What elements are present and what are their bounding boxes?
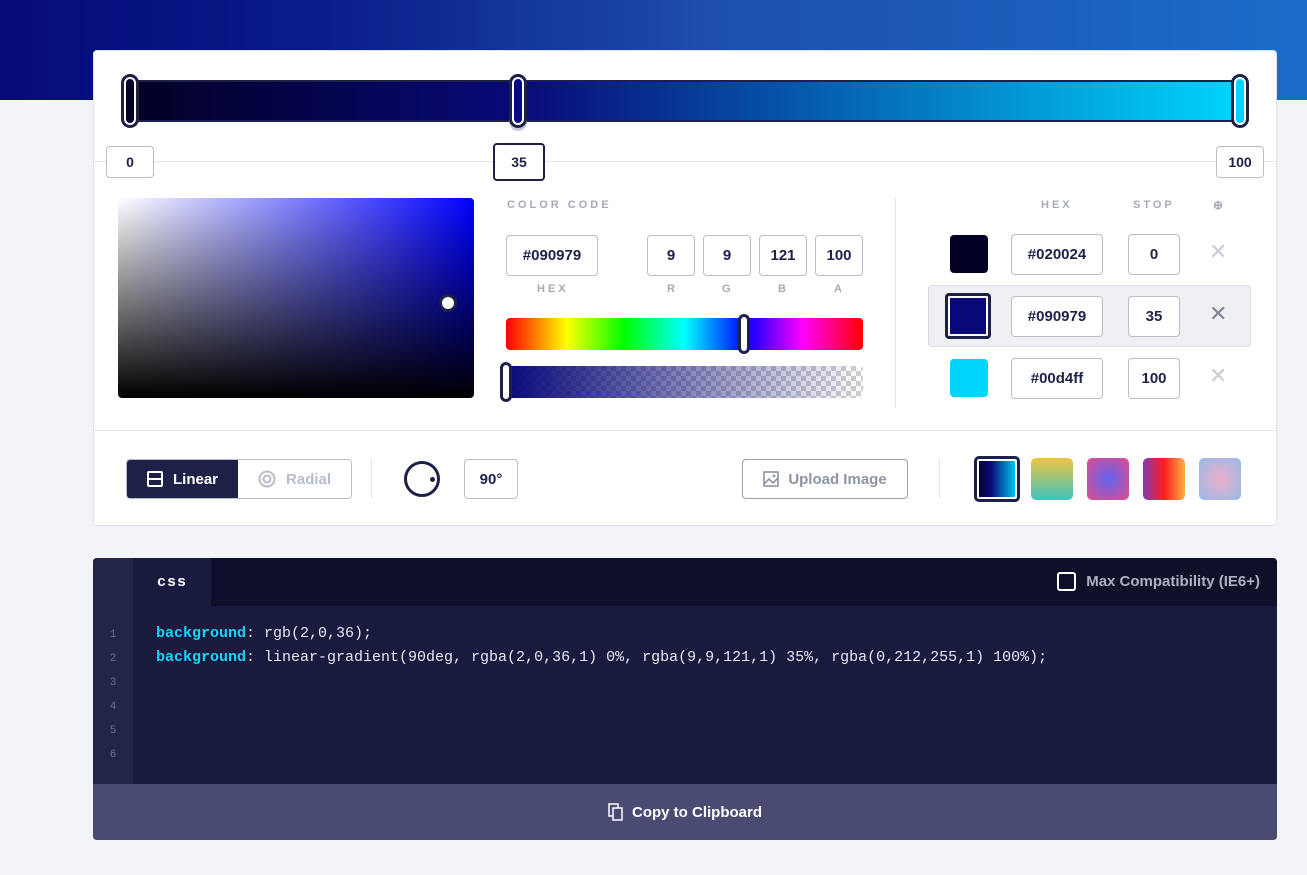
line-number: 3 [109,677,117,689]
line-number: 4 [109,701,117,713]
g-label: G [722,283,734,295]
color-picker-knob[interactable] [439,294,457,312]
code-property: background [156,625,247,642]
code-property: background [156,649,247,666]
stop-position-input[interactable]: 0 [106,146,154,178]
color-code-label: COLOR CODE [507,199,612,211]
code-line: background: rgb(2,0,36); [156,625,372,642]
radial-button[interactable]: Radial [238,460,352,498]
stop-hex-input[interactable]: #00d4ff [1011,358,1103,399]
code-output-panel: css Max Compatibility (IE6+) 1 2 3 4 5 6… [93,558,1277,840]
green-input[interactable]: 9 [703,235,751,276]
divider [371,459,372,499]
angle-dial[interactable] [404,461,440,497]
code-line: background: linear-gradient(90deg, rgba(… [156,649,1047,666]
stop-handle-0[interactable] [121,74,139,128]
line-number: 1 [109,629,117,641]
preset-current[interactable] [974,456,1020,502]
stop-hex-input[interactable]: #090979 [1011,296,1103,337]
r-label: R [667,283,678,295]
line-number: 2 [109,653,117,665]
stop-percent-input[interactable]: 35 [1128,296,1180,337]
preset-purple-orange[interactable] [1143,458,1185,500]
blue-input[interactable]: 121 [759,235,807,276]
linear-icon [147,471,163,487]
b-label: B [778,283,789,295]
divider [895,198,896,408]
stop-column-header: STOP [1133,199,1175,211]
radial-icon [258,470,276,488]
alpha-input[interactable]: 100 [815,235,863,276]
alpha-slider-handle[interactable] [500,362,512,402]
stop-percent-input[interactable]: 100 [1128,358,1180,399]
preset-radial-pink-blue[interactable] [1199,458,1241,500]
stop-percent-input[interactable]: 0 [1128,234,1180,275]
hex-input[interactable]: #090979 [506,235,598,276]
copy-icon [608,803,623,821]
code-value: : rgb(2,0,36); [246,625,373,642]
hex-column-header: HEX [1041,199,1073,211]
tab-css[interactable]: css [133,558,211,606]
angle-dial-dot [430,477,435,482]
hex-label: HEX [537,283,569,295]
stop-swatch-active[interactable] [945,293,991,339]
divider [94,430,1276,431]
remove-stop-icon[interactable]: ✕ [1209,364,1227,389]
upload-image-button[interactable]: Upload Image [742,459,908,499]
stop-swatch[interactable] [950,235,988,273]
gradient-preview-bar[interactable] [130,80,1240,122]
upload-image-label: Upload Image [788,470,887,488]
alpha-slider[interactable] [506,366,863,398]
gradient-type-toggle: Linear Radial [126,459,353,499]
stop-handle-100[interactable] [1231,74,1249,128]
radial-label: Radial [286,470,332,488]
image-icon [763,471,780,487]
linear-button[interactable]: Linear [127,460,239,498]
max-compatibility-toggle[interactable]: Max Compatibility (IE6+) [1057,572,1260,591]
red-input[interactable]: 9 [647,235,695,276]
stop-handle-35[interactable] [509,74,527,128]
stop-hex-input[interactable]: #020024 [1011,234,1103,275]
stop-position-input-active[interactable]: 35 [493,143,545,181]
a-label: A [834,283,845,295]
preset-radial-blue-pink[interactable] [1087,458,1129,500]
copy-to-clipboard-button[interactable]: Copy to Clipboard [93,784,1277,840]
stop-swatch[interactable] [950,359,988,397]
hue-slider[interactable] [506,318,863,350]
max-compatibility-checkbox[interactable] [1057,572,1077,591]
copy-to-clipboard-label: Copy to Clipboard [632,803,762,821]
saturation-value-area[interactable] [118,198,474,398]
line-number: 6 [109,749,117,761]
preset-yellow-teal[interactable] [1031,458,1073,500]
stop-position-input[interactable]: 100 [1216,146,1264,178]
divider [939,459,940,499]
max-compatibility-label: Max Compatibility (IE6+) [1086,573,1260,590]
add-stop-icon[interactable]: ⊕ [1213,198,1223,212]
remove-stop-icon[interactable]: ✕ [1209,240,1227,265]
remove-stop-icon[interactable]: ✕ [1209,302,1227,327]
divider [94,161,1276,162]
hue-slider-handle[interactable] [738,314,751,354]
line-number: 5 [109,725,117,737]
code-value: : linear-gradient(90deg, rgba(2,0,36,1) … [246,649,1048,666]
angle-input[interactable]: 90° [464,459,518,499]
linear-label: Linear [173,470,219,488]
